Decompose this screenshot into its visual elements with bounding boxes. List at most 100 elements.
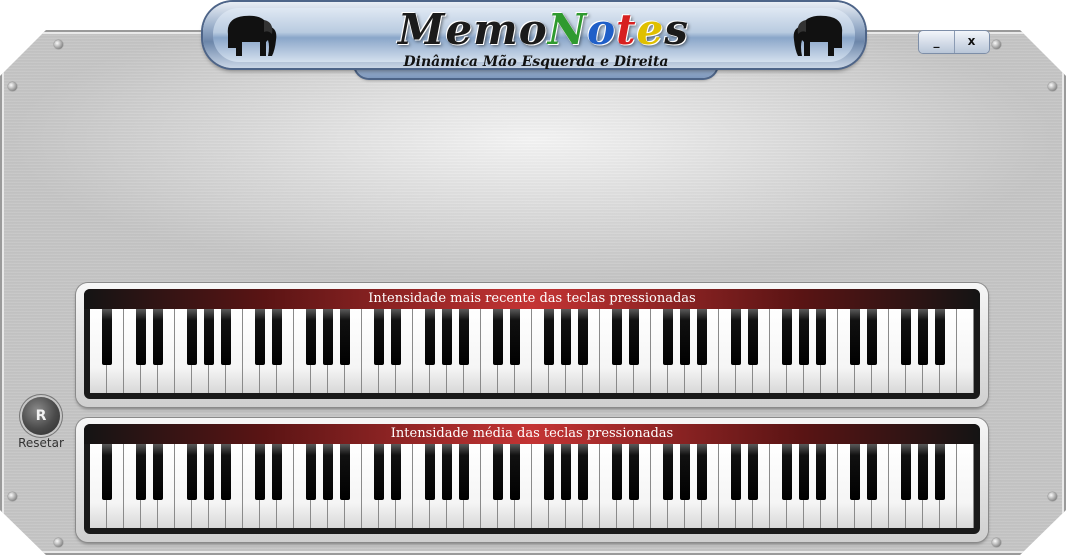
- average-black-key: [731, 444, 741, 500]
- average-black-key: [816, 444, 826, 500]
- logo-letter: t: [616, 5, 637, 54]
- screw-icon: [54, 538, 63, 547]
- average-intensity-panel: Intensidade média das teclas pressionada…: [76, 418, 988, 542]
- recent-black-key: [935, 309, 945, 365]
- average-black-key: [272, 444, 282, 500]
- recent-black-key: [153, 309, 163, 365]
- recent-black-key: [493, 309, 503, 365]
- recent-white-key: [957, 309, 974, 393]
- recent-black-key: [323, 309, 333, 365]
- recent-black-key: [663, 309, 673, 365]
- recent-black-key: [561, 309, 571, 365]
- average-black-key: [136, 444, 146, 500]
- screw-icon: [54, 40, 63, 49]
- average-black-key: [493, 444, 503, 500]
- average-black-key: [255, 444, 265, 500]
- logo-letter: m: [473, 5, 519, 54]
- average-black-key: [374, 444, 384, 500]
- logo-letter: s: [664, 5, 689, 54]
- reset-button[interactable]: R: [22, 397, 60, 435]
- recent-black-key: [459, 309, 469, 365]
- average-black-key: [782, 444, 792, 500]
- window-controls: _ x: [919, 31, 989, 53]
- average-black-key: [901, 444, 911, 500]
- average-black-key: [612, 444, 622, 500]
- minimize-button[interactable]: _: [919, 31, 955, 53]
- average-black-key: [510, 444, 520, 500]
- average-black-key: [323, 444, 333, 500]
- average-black-key: [799, 444, 809, 500]
- average-black-key: [680, 444, 690, 500]
- logo-letter: e: [636, 5, 665, 54]
- recent-black-key: [102, 309, 112, 365]
- screw-icon: [992, 538, 1001, 547]
- recent-black-key: [799, 309, 809, 365]
- recent-black-key: [578, 309, 588, 365]
- logo-letter: e: [445, 5, 474, 54]
- recent-black-key: [612, 309, 622, 365]
- screw-icon: [8, 492, 17, 501]
- recent-black-key: [697, 309, 707, 365]
- recent-black-key: [221, 309, 231, 365]
- recent-black-key: [731, 309, 741, 365]
- recent-black-key: [136, 309, 146, 365]
- recent-black-key: [867, 309, 877, 365]
- average-black-key: [459, 444, 469, 500]
- average-black-key: [153, 444, 163, 500]
- average-black-key: [425, 444, 435, 500]
- average-black-key: [629, 444, 639, 500]
- screw-icon: [1048, 82, 1057, 91]
- recent-black-key: [442, 309, 452, 365]
- recent-black-key: [782, 309, 792, 365]
- recent-black-key: [901, 309, 911, 365]
- recent-black-key: [816, 309, 826, 365]
- logo-letter: o: [518, 5, 548, 54]
- recent-black-key: [918, 309, 928, 365]
- reset-caption: Resetar: [18, 436, 64, 450]
- average-black-key: [935, 444, 945, 500]
- recent-black-key: [374, 309, 384, 365]
- recent-black-key: [544, 309, 554, 365]
- screw-icon: [1048, 492, 1057, 501]
- recent-black-key: [850, 309, 860, 365]
- recent-black-key: [629, 309, 639, 365]
- recent-black-key: [272, 309, 282, 365]
- average-black-key: [221, 444, 231, 500]
- recent-black-key: [425, 309, 435, 365]
- average-keyboard: [90, 444, 974, 528]
- average-white-key: [957, 444, 974, 528]
- recent-intensity-label: Intensidade mais recente das teclas pres…: [84, 289, 980, 309]
- average-black-key: [442, 444, 452, 500]
- recent-black-key: [255, 309, 265, 365]
- screw-icon: [8, 82, 17, 91]
- recent-keyboard: [90, 309, 974, 393]
- recent-black-key: [510, 309, 520, 365]
- average-black-key: [748, 444, 758, 500]
- elephant-icon: [793, 15, 843, 56]
- average-black-key: [918, 444, 928, 500]
- recent-black-key: [340, 309, 350, 365]
- average-black-key: [306, 444, 316, 500]
- average-black-key: [697, 444, 707, 500]
- recent-black-key: [748, 309, 758, 365]
- average-black-key: [391, 444, 401, 500]
- recent-intensity-panel: Intensidade mais recente das teclas pres…: [76, 283, 988, 407]
- recent-black-key: [187, 309, 197, 365]
- average-black-key: [561, 444, 571, 500]
- average-black-key: [578, 444, 588, 500]
- average-black-key: [867, 444, 877, 500]
- recent-black-key: [204, 309, 214, 365]
- average-black-key: [663, 444, 673, 500]
- average-intensity-label: Intensidade média das teclas pressionada…: [84, 424, 980, 444]
- screw-icon: [992, 40, 1001, 49]
- recent-black-key: [391, 309, 401, 365]
- recent-black-key: [680, 309, 690, 365]
- average-black-key: [544, 444, 554, 500]
- average-black-key: [187, 444, 197, 500]
- average-black-key: [340, 444, 350, 500]
- logo-letter: o: [587, 5, 617, 54]
- elephant-icon: [227, 15, 277, 56]
- close-button[interactable]: x: [954, 31, 989, 53]
- average-black-key: [102, 444, 112, 500]
- logo-letter: M: [398, 5, 446, 54]
